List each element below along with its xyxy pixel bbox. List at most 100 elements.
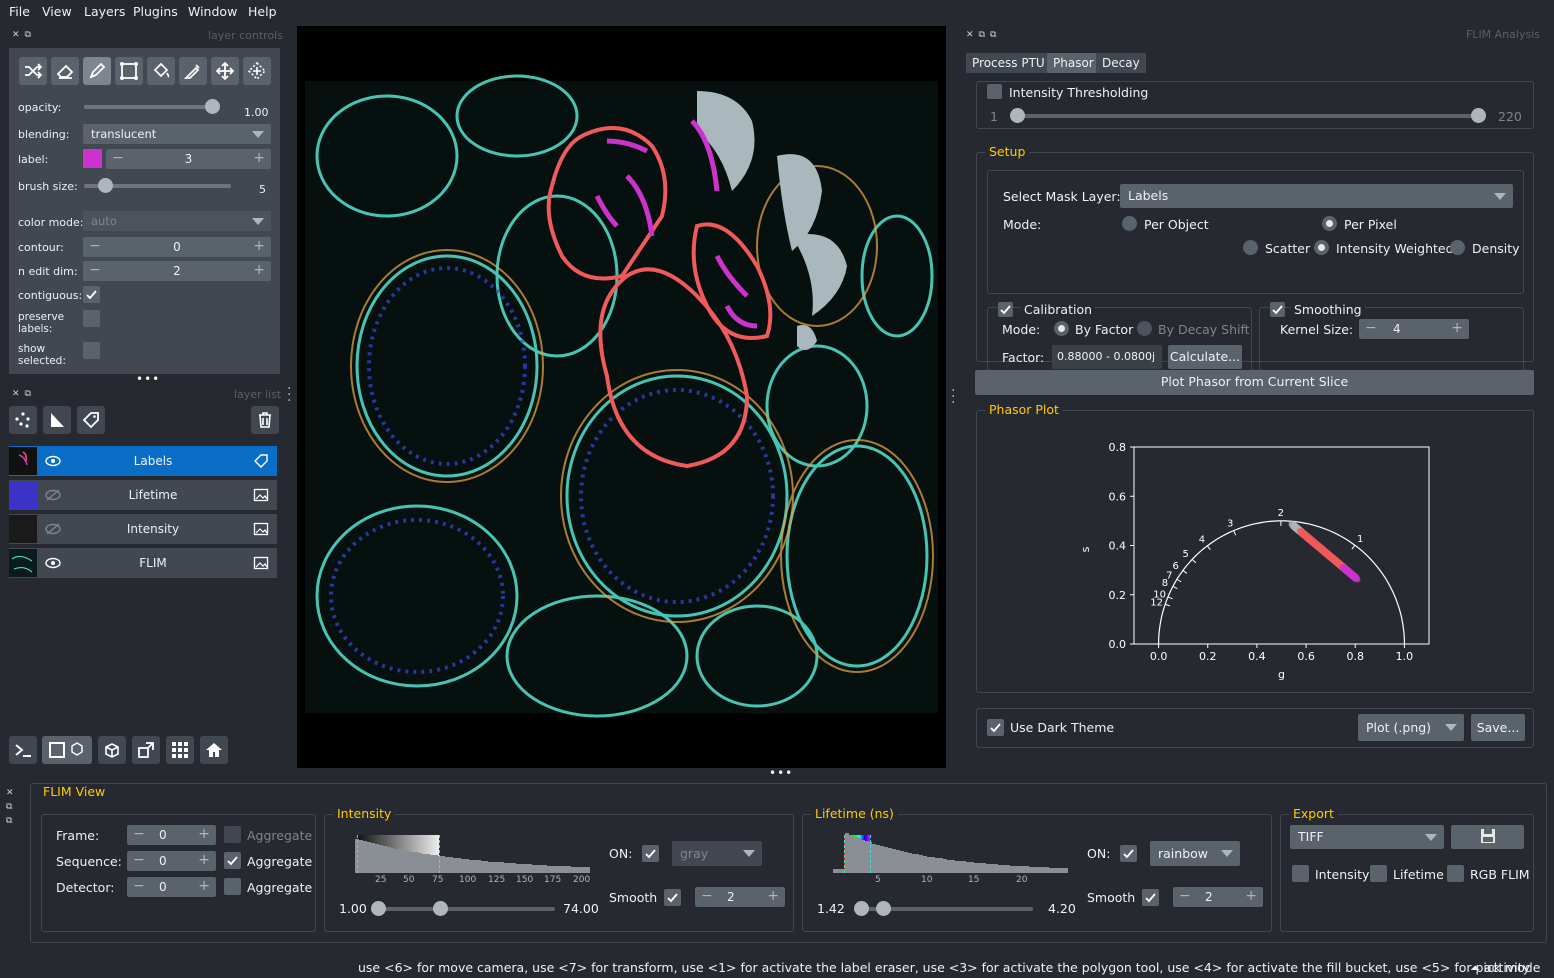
contiguous-checkbox[interactable]: [83, 286, 100, 303]
activity-button[interactable]: ⏶ activity: [1470, 960, 1530, 976]
calibration-checkbox[interactable]: [998, 302, 1013, 317]
shuffle-colors-button[interactable]: [19, 57, 47, 85]
intensity-weighted-radio[interactable]: [1314, 240, 1329, 255]
show-selected-checkbox[interactable]: [83, 342, 100, 359]
layer-row-lifetime[interactable]: Lifetime: [9, 480, 277, 510]
frame-spinbox[interactable]: −0 +: [127, 825, 216, 845]
threshold-checkbox[interactable]: [987, 84, 1002, 99]
density-radio[interactable]: [1450, 240, 1465, 255]
export-rgb-checkbox[interactable]: [1447, 865, 1464, 882]
n-edit-dim-spinbox[interactable]: −2 +: [83, 261, 271, 281]
preserve-labels-checkbox[interactable]: [83, 310, 100, 327]
transform-button[interactable]: [243, 57, 271, 85]
fill-bucket-button[interactable]: [147, 57, 175, 85]
splitter-handle[interactable]: •••: [769, 766, 793, 780]
visibility-toggle[interactable]: [39, 481, 67, 509]
intensity-smooth-spinbox[interactable]: −2 +: [695, 887, 785, 907]
lifetime-min-handle[interactable]: [854, 901, 869, 916]
export-intensity-checkbox[interactable]: [1292, 865, 1309, 882]
dock-close-float-icon[interactable]: ✕⧉⧉: [6, 786, 14, 828]
threshold-slider[interactable]: [1017, 114, 1482, 118]
dark-theme-checkbox[interactable]: [987, 719, 1004, 736]
sequence-aggregate-checkbox[interactable]: [224, 852, 241, 869]
layer-row-intensity[interactable]: Intensity: [9, 514, 277, 544]
ndisplay-button[interactable]: [42, 736, 92, 764]
intensity-colormap-select[interactable]: gray: [672, 841, 762, 866]
tab-decay[interactable]: Decay: [1096, 53, 1146, 73]
delete-layer-button[interactable]: [251, 406, 279, 434]
image-canvas[interactable]: [297, 26, 946, 768]
sequence-spinbox[interactable]: −0 +: [127, 851, 216, 871]
scatter-radio[interactable]: [1243, 240, 1258, 255]
factor-input[interactable]: 0.88000 - 0.0800j: [1052, 345, 1162, 369]
color-mode-select[interactable]: auto: [83, 211, 271, 231]
plot-phasor-button[interactable]: Plot Phasor from Current Slice: [975, 370, 1534, 395]
intensity-max-handle[interactable]: [433, 901, 448, 916]
plot-format-select[interactable]: Plot (.png): [1358, 714, 1464, 741]
visibility-toggle[interactable]: [39, 447, 67, 475]
intensity-smooth-checkbox[interactable]: [664, 889, 681, 906]
save-plot-button[interactable]: Save...: [1471, 714, 1525, 741]
new-shapes-button[interactable]: [43, 406, 71, 434]
brush-size-slider-handle[interactable]: [98, 178, 113, 193]
menu-plugins[interactable]: Plugins: [133, 4, 178, 19]
intensity-contrast-slider[interactable]: [380, 907, 555, 911]
frame-aggregate-checkbox[interactable]: [224, 826, 241, 843]
tab-process-ptu[interactable]: Process PTU: [966, 53, 1051, 73]
picker-button[interactable]: [179, 57, 207, 85]
console-button[interactable]: [9, 736, 37, 764]
mask-layer-select[interactable]: Labels: [1120, 184, 1513, 208]
tab-phasor[interactable]: Phasor: [1047, 53, 1100, 73]
roll-dims-button[interactable]: [98, 736, 126, 764]
layer-list-menu-handle[interactable]: · · ·: [287, 382, 291, 408]
label-spinbox[interactable]: −3 +: [106, 149, 271, 169]
export-lifetime-checkbox[interactable]: [1370, 865, 1387, 882]
smoothing-checkbox[interactable]: [1270, 302, 1285, 317]
dock-float-icon[interactable]: ✕⧉: [12, 389, 36, 399]
menu-window[interactable]: Window: [188, 4, 237, 19]
polygon-button[interactable]: [115, 57, 143, 85]
new-labels-button[interactable]: [77, 406, 105, 434]
phasor-chart[interactable]: 0.0 0.2 0.4 0.6 0.8 1.00.00.20.40.60.8gs12345…: [977, 411, 1535, 694]
paint-brush-button[interactable]: [83, 57, 111, 85]
menu-layers[interactable]: Layers: [84, 4, 125, 19]
home-button[interactable]: [200, 736, 228, 764]
lifetime-smooth-spinbox[interactable]: −2 +: [1173, 887, 1263, 907]
label-color-swatch[interactable]: [83, 149, 102, 168]
transpose-button[interactable]: [132, 736, 160, 764]
lifetime-smooth-checkbox[interactable]: [1142, 889, 1159, 906]
intensity-histogram[interactable]: [355, 835, 591, 873]
eraser-button[interactable]: [51, 57, 79, 85]
opacity-slider[interactable]: [84, 105, 218, 109]
visibility-toggle[interactable]: [39, 515, 67, 543]
by-factor-radio[interactable]: [1054, 321, 1069, 336]
detector-aggregate-checkbox[interactable]: [224, 878, 241, 895]
threshold-min-handle[interactable]: [1010, 108, 1025, 123]
intensity-min-handle[interactable]: [371, 901, 386, 916]
menu-help[interactable]: Help: [248, 4, 277, 19]
new-points-button[interactable]: [9, 406, 37, 434]
export-save-button[interactable]: [1451, 825, 1524, 849]
per-pixel-radio[interactable]: [1322, 216, 1337, 231]
contour-spinbox[interactable]: −0 +: [83, 237, 271, 257]
dock-splitter-handle[interactable]: · · ·: [951, 384, 955, 410]
dock-close-float-icon[interactable]: ✕⧉⧉: [966, 30, 1001, 40]
intensity-on-checkbox[interactable]: [642, 845, 659, 862]
lifetime-colormap-select[interactable]: rainbow: [1150, 841, 1240, 866]
blending-select[interactable]: translucent: [83, 124, 271, 144]
export-format-select[interactable]: TIFF: [1290, 825, 1444, 849]
by-decay-radio[interactable]: [1137, 321, 1152, 336]
layer-row-labels[interactable]: Labels: [9, 446, 277, 476]
visibility-toggle[interactable]: [39, 549, 67, 577]
kernel-size-spinbox[interactable]: −4 +: [1359, 319, 1469, 339]
dock-float-icon[interactable]: ✕⧉: [12, 30, 36, 40]
menu-view[interactable]: View: [42, 4, 72, 19]
layer-row-flim[interactable]: FLIM: [9, 548, 277, 578]
opacity-slider-handle[interactable]: [205, 99, 220, 114]
menu-file[interactable]: File: [9, 4, 30, 19]
per-object-radio[interactable]: [1122, 216, 1137, 231]
move-camera-button[interactable]: [211, 57, 239, 85]
lifetime-histogram[interactable]: [833, 833, 1069, 873]
detector-spinbox[interactable]: −0 +: [127, 877, 216, 897]
threshold-max-handle[interactable]: [1471, 108, 1486, 123]
